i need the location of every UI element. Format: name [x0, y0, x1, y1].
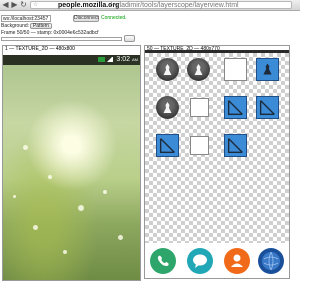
- avatar-icon: [187, 58, 210, 81]
- bokeh-dot: [33, 225, 38, 230]
- forward-arrow-icon[interactable]: ▶: [10, 1, 19, 9]
- blank-tile: [190, 98, 209, 117]
- crossed-tile-icon: [224, 96, 247, 119]
- reload-icon[interactable]: ↻: [19, 1, 28, 9]
- browser-icon[interactable]: [258, 248, 284, 274]
- bokeh-dot: [103, 190, 107, 194]
- blank-tile: [190, 136, 209, 155]
- battery-icon: [98, 57, 105, 62]
- avatar-icon: [156, 58, 179, 81]
- frame-slider-track[interactable]: [1, 37, 122, 41]
- back-arrow-icon[interactable]: ◀: [1, 1, 10, 9]
- blank-tile: [224, 58, 247, 81]
- background-select[interactable]: Pattern: [30, 23, 52, 29]
- signal-icon: [107, 57, 113, 62]
- bokeh-dot: [13, 195, 16, 198]
- websocket-address-input[interactable]: ws://localhost:23457: [1, 15, 51, 22]
- crossed-tile-icon: [224, 134, 247, 157]
- websocket-address-value: ws://localhost:23457: [3, 16, 49, 22]
- device-clock: 3:02 AM: [116, 56, 138, 63]
- avatar-icon: [156, 96, 179, 119]
- background-label: Background:: [1, 23, 30, 29]
- connection-status: Connected.: [101, 15, 127, 21]
- star-icon[interactable]: ☆: [33, 2, 38, 8]
- wallpaper-image: [3, 55, 140, 280]
- messages-icon[interactable]: [187, 248, 213, 274]
- bokeh-dot: [48, 175, 52, 179]
- contacts-icon[interactable]: [224, 248, 250, 274]
- homescreen-dock: [145, 243, 289, 278]
- bokeh-dot: [78, 205, 84, 211]
- url-path: /~vladimir/tools/layerscope/layerview.ht…: [110, 2, 239, 9]
- crossed-tile-icon: [156, 134, 179, 157]
- bokeh-dot: [23, 145, 28, 150]
- phone-icon[interactable]: [150, 248, 176, 274]
- bokeh-dot: [63, 250, 67, 254]
- user-tile-icon: [256, 58, 279, 81]
- url-bar[interactable]: ☆ people.mozilla.org /~vladimir/tools/la…: [30, 1, 292, 9]
- layer-panel-1-title: 1 — TEXTURE_2D — 480x800: [5, 46, 75, 52]
- frame-slider-handle[interactable]: [124, 35, 135, 42]
- bokeh-dot: [118, 235, 123, 240]
- disconnect-button[interactable]: Disconnect: [73, 15, 99, 22]
- crossed-tile-icon: [256, 96, 279, 119]
- browser-toolbar: ◀ ▶ ↻ ☆ people.mozilla.org /~vladimir/to…: [0, 0, 300, 11]
- frame-info: Frame 50/50 — stamp: 0x0004e6c532adbcf: [1, 30, 99, 36]
- device-status-bar: 3:02 AM: [3, 55, 140, 65]
- background-select-value: Pattern: [32, 23, 50, 29]
